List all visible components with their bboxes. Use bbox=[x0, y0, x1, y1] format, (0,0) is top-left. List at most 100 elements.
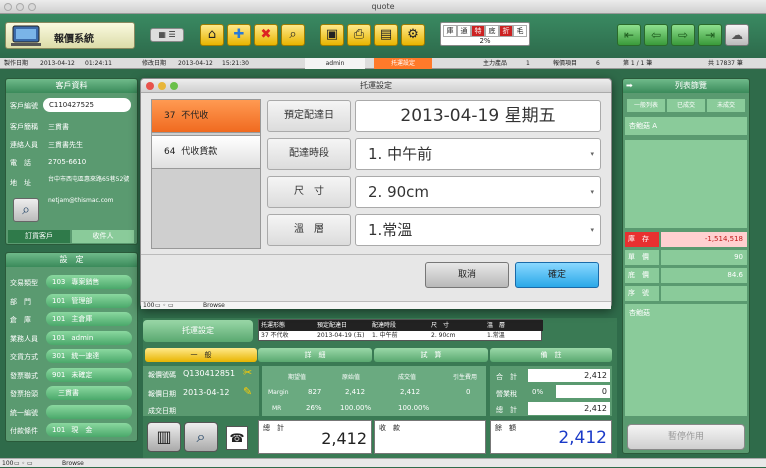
last-record-button[interactable]: ⇥ bbox=[698, 24, 722, 46]
image-icon: ▣ bbox=[325, 27, 339, 42]
customer-name[interactable]: 三貫書 bbox=[48, 122, 69, 132]
customer-name-label: 客戶簡稱 bbox=[10, 123, 38, 131]
dialog-minimize-button[interactable] bbox=[158, 82, 166, 90]
tab-3[interactable]: 備 註 bbox=[490, 348, 612, 362]
address-value[interactable]: 台中市西屯區惠來路65巷52號 bbox=[48, 174, 133, 183]
quote-no[interactable]: Q130412851 bbox=[183, 369, 235, 378]
barcode-button[interactable]: ▥ bbox=[147, 422, 181, 452]
gear-icon: ⚙ bbox=[407, 27, 419, 42]
mr-original: 100.00% bbox=[340, 404, 372, 412]
customer-search-button[interactable]: ⌕ bbox=[13, 198, 39, 222]
product-item[interactable]: 杏鮑菇 A bbox=[625, 117, 747, 135]
ok-button[interactable]: 確定 bbox=[515, 262, 599, 288]
tab-2[interactable]: 試 算 bbox=[374, 348, 488, 362]
tab-ordering-customer[interactable]: 訂貨客戶 bbox=[8, 230, 70, 243]
setting-value[interactable]: 三貫書 bbox=[46, 386, 132, 400]
document-button[interactable]: ▤ bbox=[374, 24, 398, 46]
tag-percent: 2% bbox=[479, 37, 491, 45]
setting-label: 倉 庫 bbox=[10, 316, 31, 324]
setting-value[interactable]: 301 統一速達 bbox=[46, 349, 132, 363]
temperature-select[interactable]: 1.常溫 ▾ bbox=[355, 214, 601, 246]
chevron-down-icon: ▾ bbox=[590, 226, 594, 234]
spec-value bbox=[661, 286, 747, 301]
shipping-row-cell: 2013-04-19 (五) bbox=[317, 332, 365, 339]
setting-value[interactable]: 901 未確定 bbox=[46, 367, 132, 382]
tax-percent[interactable]: 0% bbox=[532, 388, 543, 396]
customer-code-field[interactable]: C110427525 bbox=[43, 98, 131, 112]
delivery-date-field[interactable]: 2013-04-19 星期五 bbox=[355, 100, 601, 132]
phone-button[interactable]: ☎ bbox=[226, 426, 248, 450]
page-indicator: 第 1 / 1 筆 bbox=[623, 60, 653, 67]
setting-value[interactable] bbox=[46, 404, 132, 419]
filter-closed[interactable]: 已成交 bbox=[667, 99, 705, 112]
grand-total-label: 總 計 bbox=[263, 424, 284, 432]
setting-label: 交易類型 bbox=[10, 279, 38, 287]
minimize-window-button[interactable] bbox=[16, 3, 24, 11]
option-no-collect[interactable]: 37 不代收 bbox=[151, 99, 261, 133]
option-collect[interactable]: 64 代收貨款 bbox=[151, 135, 261, 169]
scissors-icon[interactable]: ✂ bbox=[243, 366, 252, 379]
add-button[interactable]: ✚ bbox=[227, 24, 251, 46]
zoom-window-button[interactable] bbox=[28, 3, 36, 11]
prev-record-button[interactable]: ⇦ bbox=[644, 24, 668, 46]
app-title: 報價系統 bbox=[54, 34, 94, 45]
tab-1[interactable]: 詳 細 bbox=[258, 348, 372, 362]
shipping-row-cell: 1. 中午前 bbox=[372, 332, 398, 339]
image-button[interactable]: ▣ bbox=[320, 24, 344, 46]
quote-date[interactable]: 2013-04-12 bbox=[183, 388, 230, 397]
cancel-button[interactable]: 取消 bbox=[425, 262, 509, 288]
tab-recipient[interactable]: 收件人 bbox=[72, 230, 134, 243]
phone-value[interactable]: 2705-6610 bbox=[48, 158, 86, 166]
deal-date-label: 成交日期 bbox=[148, 407, 176, 415]
delete-button[interactable]: ✖ bbox=[254, 24, 278, 46]
items-label: 報價項目 bbox=[553, 60, 578, 67]
cloud-button[interactable]: ☁ bbox=[725, 24, 749, 46]
dialog-zoom-controls[interactable]: ▭ ◦ ▭ bbox=[155, 302, 174, 310]
dialog-zoom-button[interactable] bbox=[170, 82, 178, 90]
tab-indicator[interactable]: 托運設定 bbox=[374, 58, 432, 69]
computer-icon bbox=[11, 25, 41, 46]
setting-value[interactable]: 101 admin bbox=[46, 330, 132, 345]
spec-value: -1,514,518 bbox=[661, 232, 747, 247]
filter-open[interactable]: 未成交 bbox=[707, 99, 745, 112]
setting-value[interactable]: 101 主倉庫 bbox=[46, 312, 132, 326]
product-image-area bbox=[625, 140, 747, 228]
barcode-icon: ▥ bbox=[156, 427, 172, 446]
search-button[interactable]: ⌕ bbox=[281, 24, 305, 46]
shipping-settings-button[interactable]: 托運設定 bbox=[143, 320, 253, 342]
setting-value[interactable]: 101 管理部 bbox=[46, 293, 132, 308]
quote-no-label: 報價號碼 bbox=[148, 371, 176, 379]
zoom-search-button[interactable]: ⌕ bbox=[184, 422, 218, 452]
dialog-title: 托運設定 bbox=[360, 81, 392, 90]
suspend-button[interactable]: 暫停作用 bbox=[627, 424, 745, 450]
margin-expected: 827 bbox=[308, 388, 322, 396]
print-button[interactable]: ⎙ bbox=[347, 24, 371, 46]
field-label-time: 配達時段 bbox=[267, 138, 351, 170]
filter-general[interactable]: 一般列表 bbox=[627, 99, 665, 112]
items-value: 6 bbox=[596, 60, 600, 67]
first-record-button[interactable]: ⇤ bbox=[617, 24, 641, 46]
size-select[interactable]: 2. 90cm ▾ bbox=[355, 176, 601, 208]
dialog-close-button[interactable] bbox=[146, 82, 154, 90]
next-record-button[interactable]: ⇨ bbox=[671, 24, 695, 46]
pencil-icon[interactable]: ✎ bbox=[243, 385, 252, 398]
tag-cell: 特 bbox=[471, 25, 485, 37]
time-slot-select[interactable]: 1. 中午前 ▾ bbox=[355, 138, 601, 170]
mr-expected: 26% bbox=[306, 404, 322, 412]
contact-value[interactable]: 三貫書先生 bbox=[48, 140, 83, 150]
dialog-zoom-level[interactable]: 100 bbox=[143, 302, 154, 310]
total-records: 共 17837 筆 bbox=[708, 60, 743, 67]
setting-value[interactable]: 101 現 金 bbox=[46, 423, 132, 437]
tax-value: 0 bbox=[556, 385, 610, 398]
close-window-button[interactable] bbox=[4, 3, 12, 11]
setting-value[interactable]: 103 專案銷售 bbox=[46, 275, 132, 289]
view-toggle[interactable]: ▦ ☰ bbox=[150, 28, 184, 42]
note-area[interactable]: 杏鮑菇 bbox=[625, 304, 747, 416]
email-value[interactable]: netjam@thismac.com bbox=[48, 197, 114, 204]
setting-label: 發票聯式 bbox=[10, 371, 38, 380]
phone-label: 電 話 bbox=[10, 159, 31, 167]
tab-0[interactable]: 一 般 bbox=[145, 348, 257, 362]
settings-button[interactable]: ⚙ bbox=[401, 24, 425, 46]
arrow-icon[interactable]: ➡ bbox=[623, 79, 633, 93]
home-button[interactable]: ⌂ bbox=[200, 24, 224, 46]
